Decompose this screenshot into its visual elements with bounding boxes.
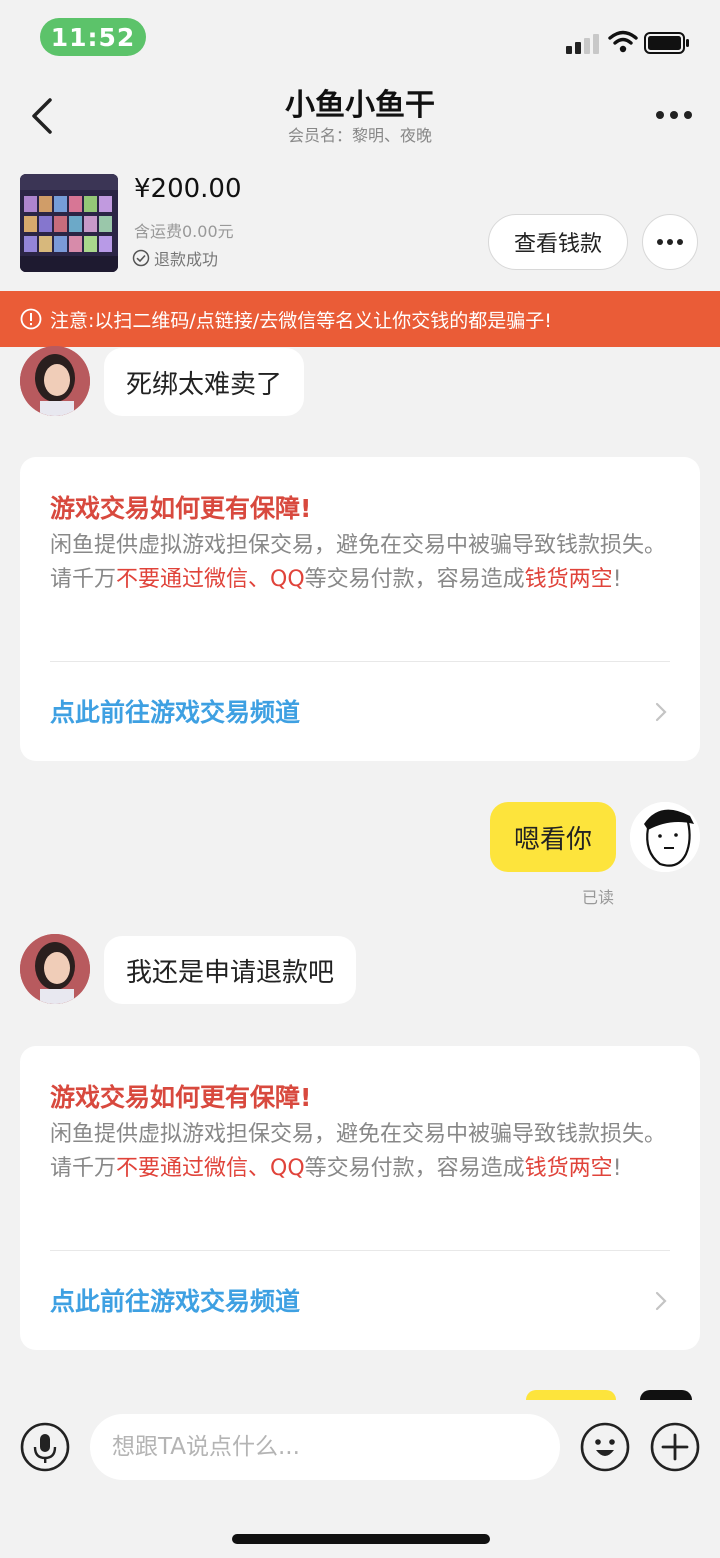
wifi-icon — [608, 30, 638, 53]
cartoon-face-icon — [630, 802, 700, 872]
check-circle-icon — [132, 249, 150, 267]
my-message-bubble[interactable]: 嗯看你 — [490, 802, 617, 872]
cellular-signal-icon — [566, 32, 602, 54]
notice-body: 闲鱼提供虚拟游戏担保交易，避免在交易中被骗导致钱款损失。请千万不要通过微信、QQ… — [50, 1122, 667, 1181]
message-bubble[interactable]: 我还是申请退款吧 — [104, 936, 357, 1004]
fraud-warning-banner: 注意:以扫二维码/点链接/去微信等名义让你交钱的都是骗子! — [0, 291, 720, 347]
warning-icon — [20, 308, 42, 330]
message-bubble[interactable]: 死绑太难卖了 — [104, 348, 305, 416]
refund-status: 退款成功 — [132, 246, 218, 270]
read-receipt: 已读 — [582, 888, 615, 907]
product-more-button[interactable] — [642, 214, 698, 270]
avatar[interactable] — [20, 346, 90, 416]
notice-title: 游戏交易如何更有保障! — [50, 1083, 312, 1112]
my-avatar[interactable] — [630, 802, 700, 872]
product-price: ¥200.00 — [134, 174, 242, 204]
chevron-right-icon[interactable] — [654, 1290, 668, 1312]
notice-title: 游戏交易如何更有保障! — [50, 494, 312, 523]
view-payment-button[interactable]: 查看钱款 — [488, 214, 628, 270]
product-image — [20, 174, 118, 272]
more-options-icon[interactable] — [652, 100, 696, 130]
chevron-right-icon[interactable] — [654, 701, 668, 723]
chat-title: 小鱼小鱼干 — [285, 88, 435, 123]
divider — [50, 1250, 670, 1251]
product-thumbnail[interactable] — [20, 174, 118, 272]
my-message-bubble-partial — [526, 1390, 616, 1400]
microphone-icon[interactable] — [20, 1422, 70, 1472]
notice-body: 闲鱼提供虚拟游戏担保交易，避免在交易中被骗导致钱款损失。请千万不要通过微信、QQ… — [50, 533, 667, 592]
battery-icon — [644, 32, 689, 54]
avatar-image — [20, 934, 90, 1004]
ellipsis-icon — [657, 239, 683, 245]
shipping-fee: 含运费0.00元 — [134, 222, 234, 241]
home-indicator — [232, 1534, 490, 1544]
warning-text: 注意:以扫二维码/点链接/去微信等名义让你交钱的都是骗子! — [50, 309, 552, 332]
avatar-image — [20, 346, 90, 416]
emoji-icon[interactable] — [580, 1422, 630, 1472]
game-trade-channel-link[interactable]: 点此前往游戏交易频道 — [50, 693, 300, 729]
game-trade-notice-card: 游戏交易如何更有保障! 闲鱼提供虚拟游戏担保交易，避免在交易中被骗导致钱款损失。… — [20, 1046, 700, 1350]
plus-icon[interactable] — [650, 1422, 700, 1472]
refund-status-label: 退款成功 — [154, 250, 219, 269]
divider — [50, 661, 670, 662]
avatar[interactable] — [20, 934, 90, 1004]
member-name: 会员名：黎明、夜晚 — [287, 126, 432, 145]
status-time: 11:52 — [40, 18, 146, 56]
my-avatar-partial — [640, 1390, 692, 1400]
message-input[interactable] — [90, 1414, 560, 1480]
game-trade-channel-link[interactable]: 点此前往游戏交易频道 — [50, 1282, 300, 1318]
game-trade-notice-card: 游戏交易如何更有保障! 闲鱼提供虚拟游戏担保交易，避免在交易中被骗导致钱款损失。… — [20, 457, 700, 761]
